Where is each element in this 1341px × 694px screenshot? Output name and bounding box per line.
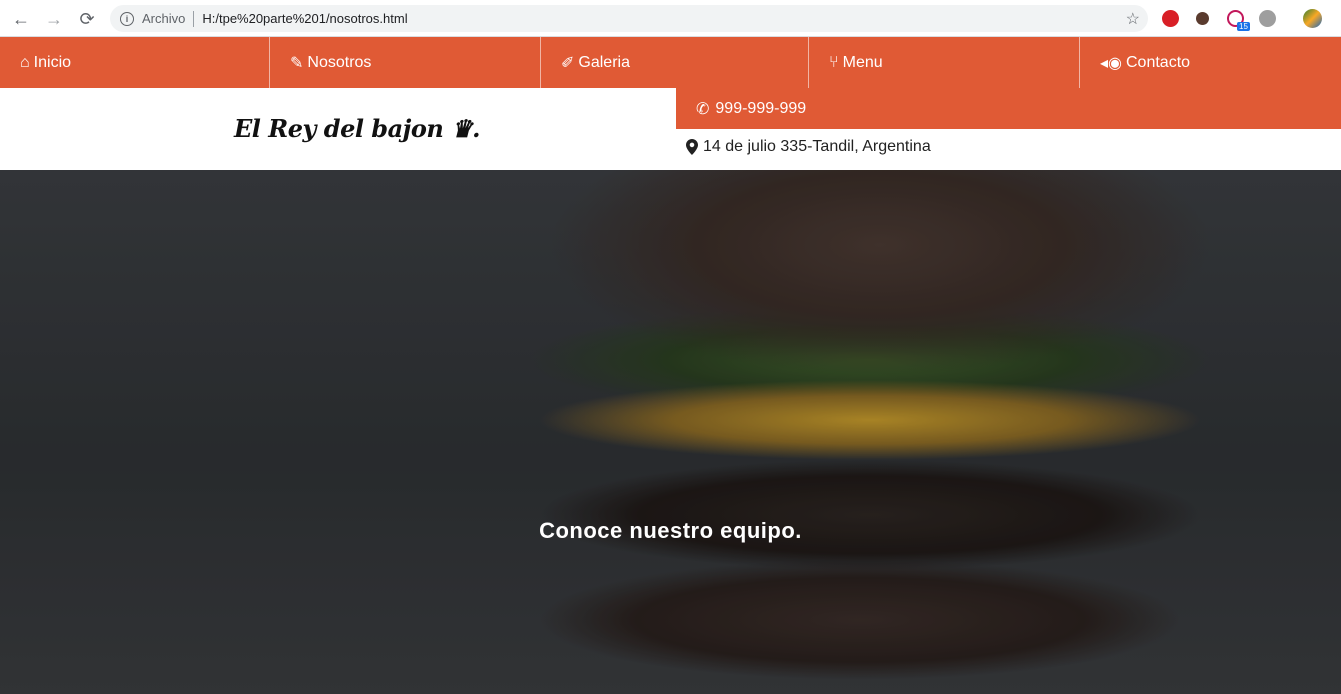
nav-label: Menu — [842, 53, 883, 71]
nav-item-inicio[interactable]: ⌂ Inicio — [0, 37, 270, 88]
nav-item-menu[interactable]: ⑂ Menu — [809, 37, 1080, 88]
site-logo[interactable]: El Rey del bajon ♛. — [234, 114, 481, 143]
site-nav: ⌂ Inicio ✎ Nosotros ✐ Galeria ⑂ Menu ◂◉ … — [0, 37, 1341, 88]
hero-image: Conoce nuestro equipo. — [0, 170, 1341, 694]
nav-label: Inicio — [33, 53, 72, 71]
address-bar[interactable]: i Archivo H:/tpe%20parte%201/nosotros.ht… — [110, 5, 1148, 32]
extension-badge: 15 — [1237, 22, 1250, 31]
info-icon[interactable]: i — [120, 11, 134, 26]
carrot-icon: ✎ — [290, 54, 304, 72]
phone-bar: ✆ 999-999-999 — [676, 88, 1341, 129]
coffee-extension-icon[interactable] — [1196, 12, 1209, 25]
scheme-label: Archivo — [142, 11, 186, 26]
drumstick-icon: ✐ — [561, 54, 575, 72]
profile-avatar[interactable] — [1303, 9, 1322, 28]
reload-icon[interactable]: ⟳ — [76, 8, 98, 30]
nav-label: Contacto — [1126, 53, 1191, 71]
nav-label: Galeria — [578, 53, 630, 71]
browser-toolbar: ← → ⟳ i Archivo H:/tpe%20parte%201/nosot… — [0, 0, 1341, 37]
site-header: El Rey del bajon ♛. ✆ 999-999-999 14 de … — [0, 88, 1341, 170]
home-icon: ⌂ — [20, 53, 30, 71]
phone-icon: ✆ — [696, 100, 710, 118]
nav-item-contacto[interactable]: ◂◉ Contacto — [1080, 37, 1341, 88]
hero-caption: Conoce nuestro equipo. — [539, 518, 802, 543]
back-arrow-icon[interactable]: ← — [10, 8, 32, 30]
opera-extension-icon[interactable] — [1162, 10, 1179, 27]
nav-item-nosotros[interactable]: ✎ Nosotros — [270, 37, 541, 88]
nav-item-galeria[interactable]: ✐ Galeria — [541, 37, 809, 88]
settings-extension-icon[interactable] — [1259, 10, 1276, 27]
utensils-icon: ⑂ — [829, 53, 839, 71]
bookmark-star-icon[interactable]: ☆ — [1126, 9, 1140, 29]
forward-arrow-icon[interactable]: → — [43, 8, 65, 30]
nav-label: Nosotros — [307, 53, 372, 71]
url-text: H:/tpe%20parte%201/nosotros.html — [202, 11, 408, 26]
hero-overlay — [0, 170, 1341, 694]
divider — [193, 10, 195, 27]
fish-icon: ◂◉ — [1100, 54, 1122, 72]
map-marker-icon — [686, 139, 698, 155]
address: 14 de julio 335-Tandil, Argentina — [686, 138, 931, 156]
address-text: 14 de julio 335-Tandil, Argentina — [703, 138, 931, 155]
phone-number: 999-999-999 — [715, 99, 807, 117]
